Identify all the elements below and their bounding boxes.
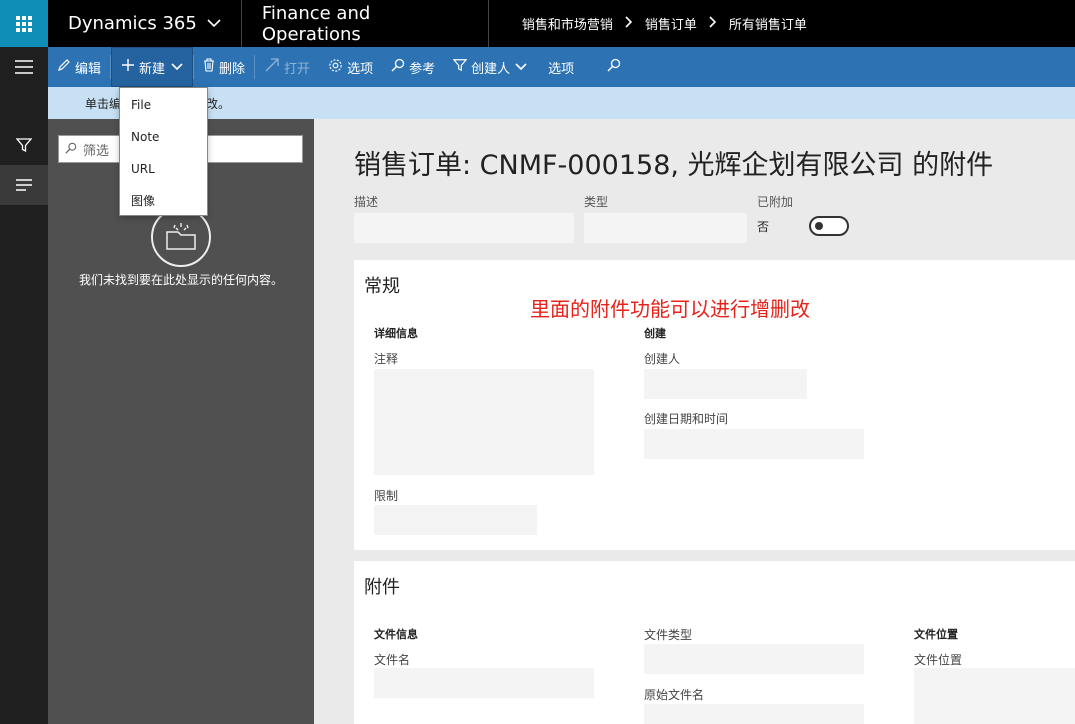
reference-button[interactable]: 参考 (382, 47, 444, 87)
original-file-name-input[interactable] (644, 704, 864, 724)
search-icon (65, 142, 77, 157)
attachments-section-title[interactable]: 附件 (364, 573, 400, 599)
description-input[interactable] (354, 213, 574, 243)
message-text-suffix: 改。 (206, 96, 231, 111)
new-label: 新建 (139, 61, 166, 77)
breadcrumb-item-sales-marketing[interactable]: 销售和市场营销 (522, 14, 613, 33)
open-button[interactable]: 打开 (255, 47, 319, 87)
attached-label: 已附加 (757, 195, 794, 209)
open-arrow-icon (264, 57, 280, 77)
attached-value: 否 (757, 219, 770, 234)
breadcrumb: 销售和市场营销 销售订单 所有销售订单 (489, 14, 807, 33)
filter-icon (16, 138, 32, 153)
attached-toggle[interactable] (809, 216, 850, 236)
options-gear-button[interactable]: 选项 (319, 47, 382, 87)
created-by-field-label: 创建人 (644, 352, 681, 366)
type-input[interactable] (584, 213, 747, 243)
hamburger-menu-button[interactable] (0, 47, 48, 87)
filter-icon (452, 58, 468, 76)
plus-icon (121, 58, 135, 76)
menu-item-image[interactable]: 图像 (120, 185, 207, 217)
type-label: 类型 (584, 195, 609, 209)
chevron-right-icon (709, 15, 717, 32)
pencil-icon (57, 58, 71, 76)
created-by-input[interactable] (644, 369, 807, 399)
notes-textarea[interactable] (374, 369, 594, 475)
new-dropdown-menu: File Note URL 图像 (119, 87, 208, 216)
chevron-down-icon (171, 60, 183, 75)
empty-state-text: 我们未找到要在此处显示的任何内容。 (78, 273, 283, 287)
search-icon (391, 58, 405, 76)
hamburger-icon (15, 60, 33, 74)
chevron-down-icon (515, 60, 527, 75)
reference-label: 参考 (409, 61, 436, 77)
trash-icon (203, 58, 215, 76)
create-group-label: 创建 (644, 327, 666, 340)
app-switcher[interactable]: Dynamics 365 (48, 0, 242, 47)
menu-item-note[interactable]: Note (120, 121, 207, 153)
delete-label: 删除 (219, 61, 246, 77)
created-datetime-label: 创建日期和时间 (644, 412, 729, 426)
page-title: 销售订单: CNMF-000158, 光辉企划有限公司 的附件 (354, 150, 994, 181)
restriction-input[interactable] (374, 505, 537, 535)
details-group-label: 详细信息 (374, 327, 418, 340)
search-button[interactable] (583, 47, 630, 87)
action-pane: 编辑 新建 删除 打开 选项 参考 创建人 选项 (48, 47, 1075, 87)
created-by-filter-button[interactable]: 创建人 (444, 47, 536, 87)
file-name-input[interactable] (374, 668, 594, 698)
restriction-label: 限制 (374, 489, 399, 503)
list-icon (16, 179, 32, 191)
description-label: 描述 (354, 195, 379, 209)
filter-placeholder: 筛选 (83, 143, 110, 159)
message-text-prefix: 单击编 (85, 96, 122, 111)
breadcrumb-item-all-sales-orders[interactable]: 所有销售订单 (729, 14, 807, 33)
options-text: 选项 (548, 61, 575, 77)
delete-button[interactable]: 删除 (194, 47, 254, 87)
file-info-group-label: 文件信息 (374, 628, 418, 641)
attachments-section: 附件 文件信息 文件名 文件类型 原始文件名 文件位置 文件位置 (354, 561, 1075, 724)
open-label: 打开 (284, 61, 311, 77)
details-pane: 销售订单: CNMF-000158, 光辉企划有限公司 的附件 描述 类型 已附… (314, 119, 1075, 724)
chevron-right-icon (625, 15, 633, 32)
menu-item-file[interactable]: File (120, 89, 207, 121)
file-location-label: 文件位置 (914, 653, 963, 667)
created-datetime-input[interactable] (644, 429, 864, 459)
app-launcher-button[interactable] (0, 0, 48, 47)
app-name: Dynamics 365 (68, 13, 197, 34)
edit-button[interactable]: 编辑 (48, 47, 110, 87)
attached-field: 已附加 否 (757, 193, 877, 236)
notes-label: 注释 (374, 352, 399, 366)
chevron-down-icon (207, 16, 221, 32)
file-name-label: 文件名 (374, 653, 411, 667)
gear-icon (328, 58, 343, 77)
edit-label: 编辑 (75, 61, 102, 77)
general-section-title[interactable]: 常规 (364, 272, 400, 298)
breadcrumb-item-sales-orders[interactable]: 销售订单 (645, 14, 697, 33)
search-icon (607, 58, 621, 76)
list-pane-button[interactable] (0, 165, 48, 205)
top-nav-bar: Dynamics 365 Finance and Operations 销售和市… (0, 0, 1075, 47)
annotation-text: 里面的附件功能可以进行增删改 (530, 297, 810, 321)
type-field: 类型 (584, 193, 747, 243)
general-section: 常规 里面的附件功能可以进行增删改 详细信息 注释 限制 创建 创建人 创建日期… (354, 260, 1075, 550)
waffle-icon (16, 15, 32, 32)
new-button[interactable]: 新建 (111, 47, 194, 87)
original-file-name-label: 原始文件名 (644, 688, 705, 702)
file-location-group-label: 文件位置 (914, 628, 958, 641)
filter-pane-button[interactable] (0, 125, 48, 165)
menu-item-url[interactable]: URL (120, 153, 207, 185)
file-type-input[interactable] (644, 644, 864, 674)
module-name[interactable]: Finance and Operations (242, 0, 489, 47)
options-button[interactable]: 选项 (536, 47, 583, 87)
created-by-label: 创建人 (471, 61, 511, 77)
file-location-input[interactable] (914, 668, 1075, 724)
file-type-label: 文件类型 (644, 628, 693, 642)
options-label: 选项 (347, 61, 374, 77)
description-field: 描述 (354, 193, 574, 243)
navigation-rail (0, 47, 48, 724)
